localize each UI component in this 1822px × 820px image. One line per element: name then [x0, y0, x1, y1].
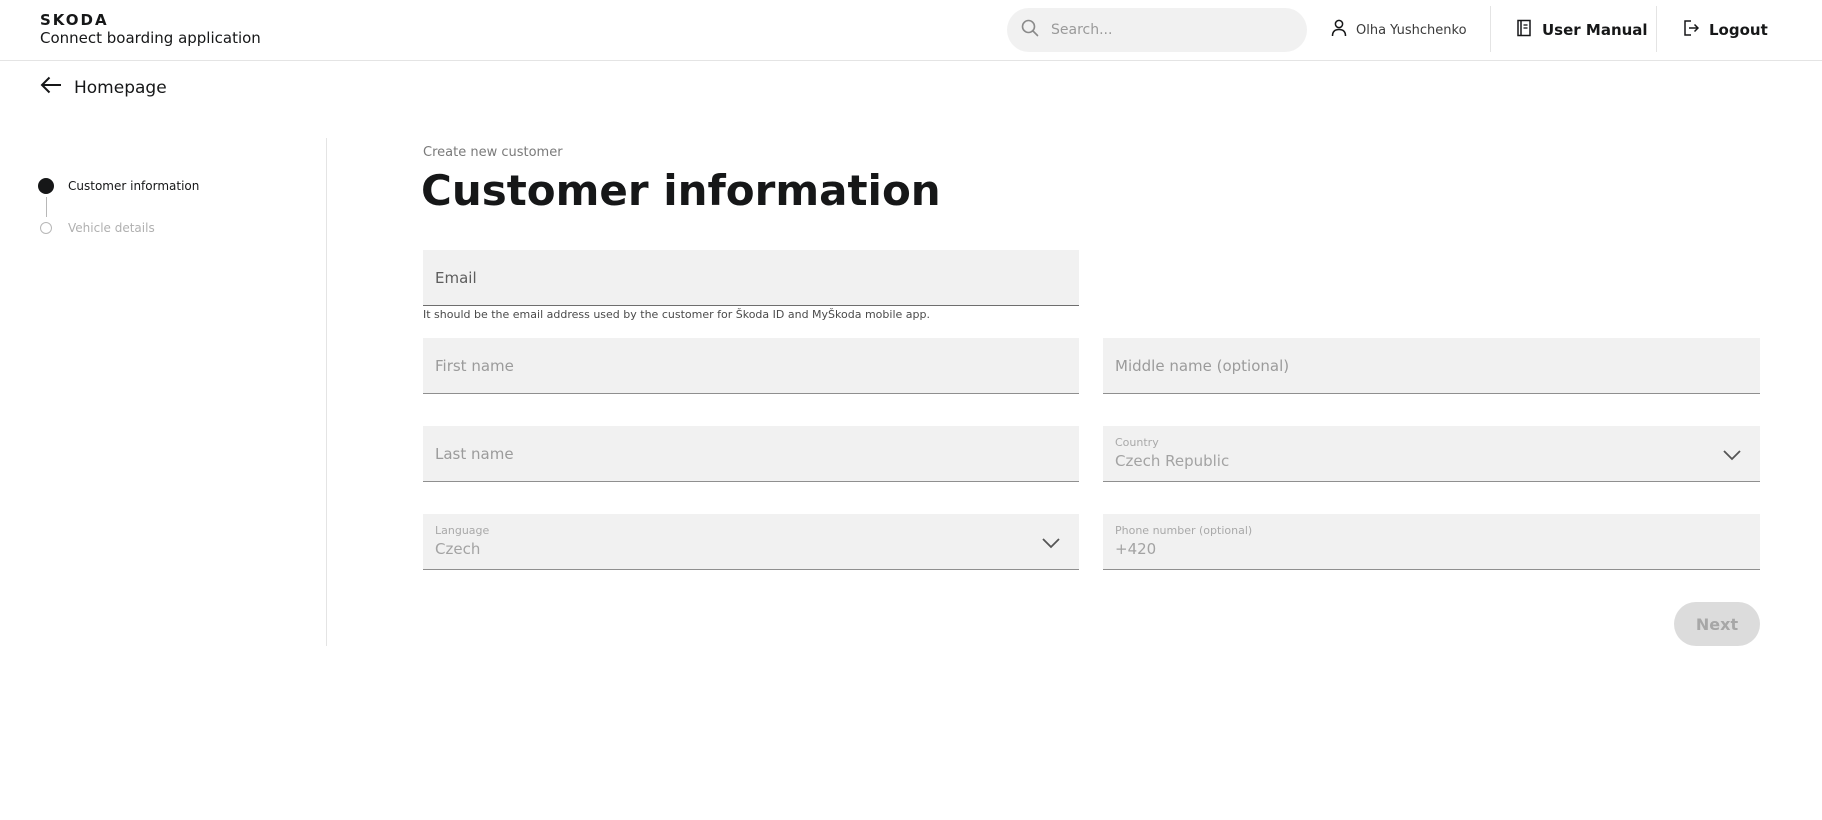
logout-label: Logout	[1709, 21, 1768, 39]
step-label: Vehicle details	[68, 221, 155, 235]
arrow-left-icon	[40, 76, 62, 99]
language-select[interactable]: Language Czech	[423, 514, 1079, 570]
search-input[interactable]	[1051, 22, 1281, 38]
last-name-field[interactable]: Last name	[423, 426, 1079, 482]
header: SKODA Connect boarding application Olha …	[0, 0, 1822, 61]
user-profile[interactable]: Olha Yushchenko	[1331, 19, 1467, 41]
country-value: Czech Republic	[1115, 452, 1230, 470]
step-connector	[45, 197, 47, 217]
header-divider	[1656, 6, 1657, 52]
book-icon	[1516, 19, 1532, 41]
phone-value: +420	[1115, 540, 1157, 558]
user-manual-button[interactable]: User Manual	[1516, 19, 1648, 41]
logout-button[interactable]: Logout	[1683, 19, 1768, 41]
email-helper-text: It should be the email address used by t…	[423, 308, 930, 321]
header-divider	[1490, 6, 1491, 52]
search-bar[interactable]	[1007, 8, 1307, 52]
first-name-placeholder: First name	[435, 357, 514, 375]
chevron-down-icon	[1041, 534, 1061, 553]
first-name-field[interactable]: First name	[423, 338, 1079, 394]
search-icon	[1021, 19, 1039, 41]
brand[interactable]: SKODA Connect boarding application	[40, 12, 261, 47]
progress-stepper: Customer information Vehicle details	[38, 176, 199, 238]
sidebar-divider	[326, 138, 327, 646]
next-button[interactable]: Next	[1674, 602, 1760, 646]
step-active-dot	[38, 178, 54, 194]
logout-icon	[1683, 19, 1700, 41]
last-name-placeholder: Last name	[435, 445, 514, 463]
page-subtitle: Create new customer	[423, 145, 563, 160]
app-name: Connect boarding application	[40, 29, 261, 47]
phone-number-field[interactable]: Phone number (optional) +420	[1103, 514, 1760, 570]
phone-label: Phone number (optional)	[1115, 524, 1253, 537]
email-placeholder: Email	[435, 269, 477, 287]
country-label: Country	[1115, 436, 1159, 449]
page-title: Customer information	[421, 166, 941, 215]
middle-name-field[interactable]: Middle name (optional)	[1103, 338, 1760, 394]
step-inactive-dot	[40, 222, 52, 234]
step-customer-information: Customer information	[38, 176, 199, 196]
user-manual-label: User Manual	[1542, 21, 1648, 39]
back-to-homepage-link[interactable]: Homepage	[40, 76, 167, 99]
skoda-logo: SKODA	[40, 11, 109, 29]
country-select[interactable]: Country Czech Republic	[1103, 426, 1760, 482]
chevron-down-icon	[1722, 446, 1742, 465]
email-field[interactable]: Email	[423, 250, 1079, 306]
middle-name-placeholder: Middle name (optional)	[1115, 357, 1290, 375]
user-icon	[1331, 19, 1347, 41]
language-value: Czech	[435, 540, 481, 558]
language-label: Language	[435, 524, 490, 537]
step-label: Customer information	[68, 179, 200, 193]
user-name: Olha Yushchenko	[1356, 22, 1467, 38]
step-vehicle-details: Vehicle details	[38, 218, 199, 238]
back-label: Homepage	[74, 77, 167, 98]
